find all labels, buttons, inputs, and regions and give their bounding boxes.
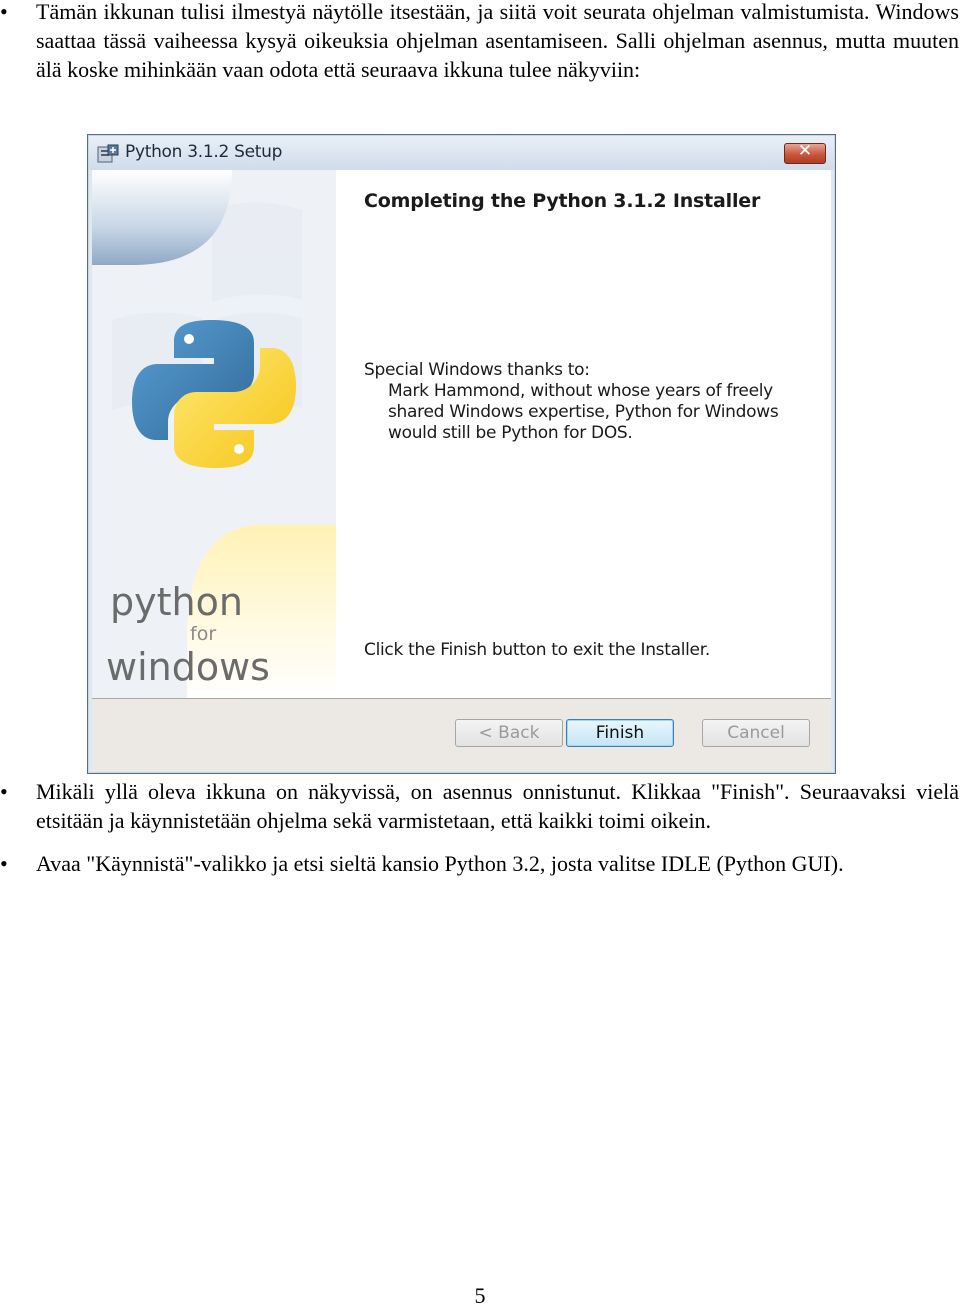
finish-button[interactable]: Finish [566,719,674,747]
sidebar-artwork: python for windows [92,170,336,698]
page-number: 5 [474,1283,486,1308]
logo-text-for: for [190,623,216,645]
paragraph-2: Mikäli yllä oleva ikkuna on näkyvissä, o… [36,779,959,833]
close-icon: ✕ [797,141,813,161]
installer-heading: Completing the Python 3.1.2 Installer [364,190,761,212]
setup-icon [97,144,119,163]
installer-window: Python 3.1.2 Setup ✕ python for windows … [87,134,836,774]
logo-text-python: python [110,580,243,624]
finish-message: Click the Finish button to exit the Inst… [364,640,710,660]
cancel-button[interactable]: Cancel [702,719,810,747]
bullet-1: • [0,0,8,24]
bullet-3: • [0,851,8,876]
logo-text-windows: windows [106,645,270,689]
close-button[interactable]: ✕ [784,141,826,164]
thanks-body: Mark Hammond, without whose years of fre… [388,381,779,443]
thanks-text: Special Windows thanks to: Mark Hammond,… [364,360,814,444]
window-title: Python 3.1.2 Setup [125,142,283,162]
installer-content: python for windows Completing the Python… [92,170,831,698]
paragraph-3: Avaa "Käynnistä"-valikko ja etsi sieltä … [36,851,844,876]
paragraph-1: Tämän ikkunan tulisi ilmestyä näytölle i… [36,0,959,82]
thanks-intro: Special Windows thanks to: [364,360,590,380]
title-bar: Python 3.1.2 Setup ✕ [89,136,834,170]
bullet-2: • [0,779,8,804]
button-bar: < Back Finish Cancel [92,698,831,771]
installer-sidebar: python for windows [92,170,336,698]
back-button[interactable]: < Back [455,719,563,747]
